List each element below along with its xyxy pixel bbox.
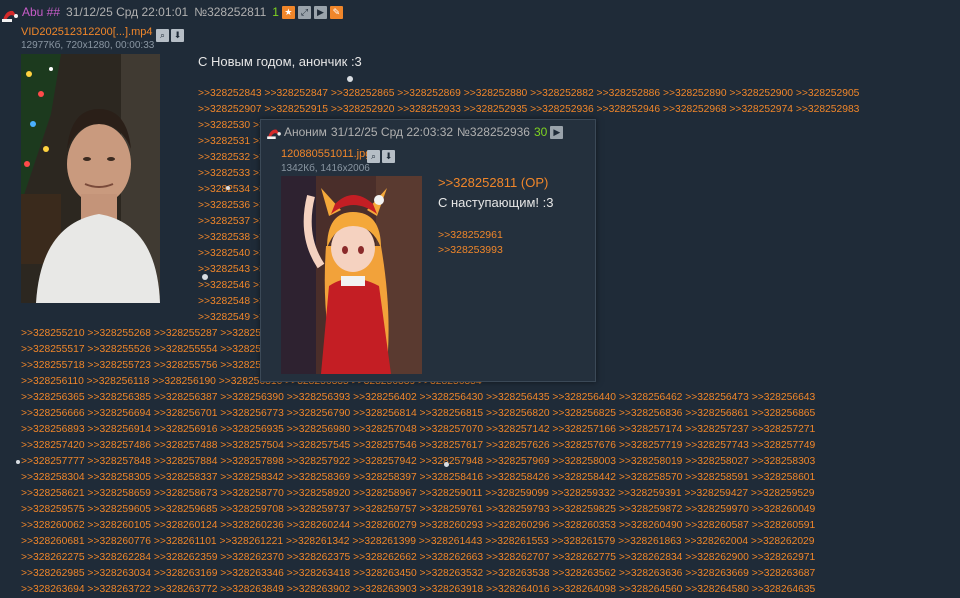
preview-header: Аноним 31/12/25 Срд 22:03:32 №328252936 30 ▶ [267,124,564,140]
preview-count: 30 [533,125,548,139]
post-count: 1 [272,5,279,19]
preview-file-meta: 1342Кб, 1416x2006 [281,163,370,174]
reply-row[interactable]: >>328256893 >>328256914 >>328256916 >>32… [21,422,815,438]
reply-row[interactable]: >>328256666 >>328256694 >>328256701 >>32… [21,406,815,422]
snowflake-icon [202,274,208,280]
preview-reply-link[interactable]: >>328253993 [438,243,503,258]
download-icon[interactable]: ⬇ [382,150,395,163]
file-link[interactable]: VID202512312200[...].mp4 [21,26,152,38]
preview-poster-name: Аноним [284,125,327,139]
santa-hat-icon [2,6,18,22]
pin-icon[interactable]: ✎ [329,6,343,20]
reply-row[interactable]: >>328256365 >>328256385 >>328256387 >>32… [21,390,815,406]
post-date: 31/12/25 Срд 22:01:01 [66,5,189,19]
reply-row[interactable]: >>328260062 >>328260105 >>328260124 >>32… [21,518,815,534]
post-preview-popup: Аноним 31/12/25 Срд 22:03:32 №328252936 30 ▶… [260,119,596,382]
star-icon[interactable]: ★ [281,6,295,20]
poster-name[interactable]: Abu ## [22,5,60,19]
reply-row[interactable]: >>328258621 >>328258659 >>328258673 >>32… [21,486,815,502]
snowflake-icon [16,460,20,464]
preview-number[interactable]: №328252936 [457,125,530,139]
preview-op-link[interactable]: >>328252811 (OP) [438,175,548,190]
preview-reply-link[interactable]: >>328252961 [438,228,503,243]
snowflake-icon [444,462,449,467]
play-icon[interactable]: ▶ [313,6,327,20]
preview-replies: >>328252961 >>328253993 [438,228,503,258]
download-icon[interactable]: ⬇ [171,29,184,42]
post-message: С Новым годом, анончик :3 [198,54,362,69]
reply-row[interactable]: >>328262275 >>328262284 >>328262359 >>32… [21,550,815,566]
santa-hat-icon [267,127,281,139]
preview-image-thumbnail[interactable] [281,176,422,374]
preview-file-actions: ⌕ ⬇ [367,146,397,164]
search-icon[interactable]: ⌕ [367,150,380,163]
reply-row[interactable]: >>328262985 >>328263034 >>328263169 >>32… [21,566,815,582]
reply-row[interactable]: >>328252843 >>328252847 >>328252865 >>32… [198,86,859,102]
reply-row[interactable]: >>328259575 >>328259605 >>328259685 >>32… [21,502,815,518]
post-number[interactable]: №328252811 [194,5,266,19]
snowflake-icon [347,76,353,82]
post-header: Abu ## 31/12/25 Срд 22:01:01 №328252811 1 ★ ⤢… [0,0,960,24]
file-meta: 12977Кб, 720x1280, 00:00:33 [21,40,155,51]
preview-file-link[interactable]: 120880551011.jpg [281,148,371,160]
reply-row[interactable]: >>328252907 >>328252915 >>328252920 >>32… [198,102,859,118]
reply-row[interactable]: >>328257777 >>328257848 >>328257884 >>32… [21,454,815,470]
play-icon[interactable]: ▶ [550,126,564,140]
file-actions: ⌕ ⬇ [156,25,186,43]
snowflake-icon [226,186,230,190]
reply-row[interactable]: >>328260681 >>328260776 >>328261101 >>32… [21,534,815,550]
reply-row[interactable]: >>328258304 >>328258305 >>328258337 >>32… [21,470,815,486]
preview-date: 31/12/25 Срд 22:03:32 [330,125,454,139]
reply-row[interactable]: >>328257420 >>328257486 >>328257488 >>32… [21,438,815,454]
expand-icon[interactable]: ⤢ [297,6,311,20]
search-icon[interactable]: ⌕ [156,29,169,42]
preview-message: С наступающим! :3 [438,195,554,210]
